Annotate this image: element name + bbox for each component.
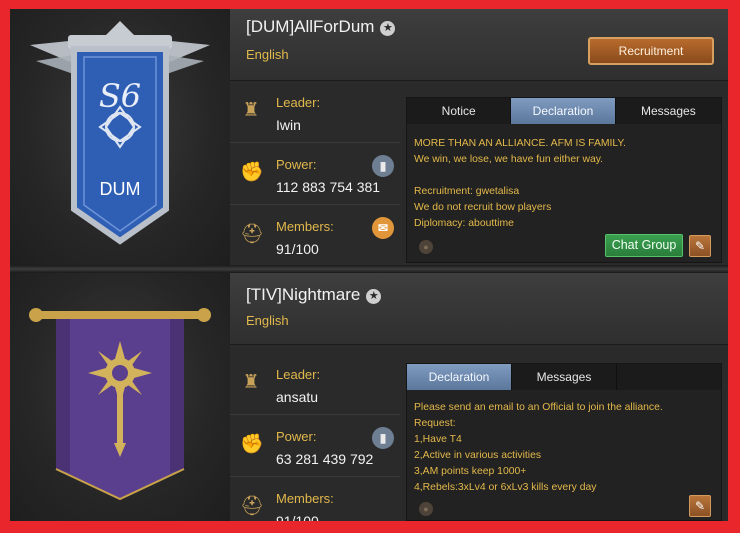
power-value: 112 883 754 381	[276, 179, 381, 195]
edit-icon[interactable]: ✎	[689, 495, 711, 517]
chart-icon[interactable]: ▮	[372, 155, 394, 177]
helmet-icon: ⛑	[240, 496, 265, 517]
tab-declaration[interactable]: Declaration	[407, 364, 512, 390]
members-value: 91/100	[276, 513, 319, 521]
star-icon[interactable]: ★	[380, 21, 396, 36]
declaration-text: MORE THAN AN ALLIANCE. AFM IS FAMILY. We…	[414, 138, 626, 229]
members-label: Members:	[276, 219, 334, 234]
banner-emblem	[29, 308, 211, 501]
leader-label: Leader:	[276, 367, 321, 382]
power-label: Power:	[276, 429, 317, 444]
banner-emblem: S6 DUM	[30, 21, 210, 245]
members-stat: ⛑ Members: 91/100 ✉	[230, 205, 400, 267]
leader-icon: ♜	[242, 372, 260, 393]
power-stat: ✊ Power: 63 281 439 792 ▮	[230, 415, 400, 477]
alliance-name[interactable]: [DUM]AllForDum ★	[246, 17, 396, 37]
coin-icon: ●	[419, 502, 433, 516]
svg-text:DUM: DUM	[100, 179, 141, 199]
alliance-header: [DUM]AllForDum ★ English Recruitment	[230, 9, 728, 81]
alliance-language: English	[246, 47, 289, 62]
info-tabs: Notice Declaration Messages	[407, 98, 721, 124]
fist-icon: ✊	[240, 162, 264, 183]
alliance-info-panel: Notice Declaration Messages MORE THAN AN…	[406, 97, 722, 263]
fist-icon: ✊	[240, 434, 264, 455]
members-stat: ⛑ Members: 91/100	[230, 477, 400, 521]
alliance-info-panel: Declaration Messages Please send an emai…	[406, 363, 722, 521]
mail-icon[interactable]: ✉	[372, 217, 394, 239]
leader-value: ansatu	[276, 389, 319, 405]
members-label: Members:	[276, 491, 334, 506]
power-stat: ✊ Power: 112 883 754 381 ▮	[230, 143, 400, 205]
chart-icon[interactable]: ▮	[372, 427, 394, 449]
tab-messages[interactable]: Messages	[616, 98, 721, 124]
leader-icon: ♜	[242, 100, 260, 121]
info-tabs: Declaration Messages	[407, 364, 721, 390]
leader-stat: ♜ Leader: ansatu	[230, 353, 400, 415]
alliance-card: [TIV]Nightmare ★ English ♜ Leader: ansatu…	[10, 273, 728, 521]
alliance-language: English	[246, 313, 289, 328]
alliance-stats: ♜ Leader: ansatu ✊ Power: 63 281 439 792…	[230, 353, 400, 521]
declaration-text: Please send an email to an Official to j…	[414, 402, 663, 493]
recruitment-button[interactable]: Recruitment	[588, 37, 714, 65]
coin-icon: ●	[419, 240, 433, 254]
alliance-name[interactable]: [TIV]Nightmare ★	[246, 285, 382, 305]
leader-value: Iwin	[276, 117, 301, 133]
alliance-header: [TIV]Nightmare ★ English	[230, 273, 728, 345]
card-divider	[10, 265, 728, 273]
tab-notice[interactable]: Notice	[407, 98, 512, 124]
power-value: 63 281 439 792	[276, 451, 374, 467]
star-icon[interactable]: ★	[366, 289, 382, 304]
alliance-card: S6 DUM [DUM]AllForDum ★ English Recruitme…	[10, 9, 728, 267]
helmet-icon: ⛑	[240, 224, 265, 245]
tab-messages[interactable]: Messages	[512, 364, 617, 390]
power-label: Power:	[276, 157, 317, 172]
chat-group-button[interactable]: Chat Group	[605, 234, 683, 257]
alliance-stats: ♜ Leader: Iwin ✊ Power: 112 883 754 381 …	[230, 81, 400, 267]
tab-declaration[interactable]: Declaration	[511, 98, 616, 124]
leader-label: Leader:	[276, 95, 321, 110]
leader-stat: ♜ Leader: Iwin	[230, 81, 400, 143]
svg-text:S6: S6	[99, 77, 141, 115]
edit-icon[interactable]: ✎	[689, 235, 711, 257]
alliance-banner[interactable]: S6 DUM	[10, 9, 230, 267]
alliance-banner[interactable]	[10, 273, 230, 521]
members-value: 91/100	[276, 241, 319, 257]
alliance-list: S6 DUM [DUM]AllForDum ★ English Recruitme…	[10, 9, 728, 521]
